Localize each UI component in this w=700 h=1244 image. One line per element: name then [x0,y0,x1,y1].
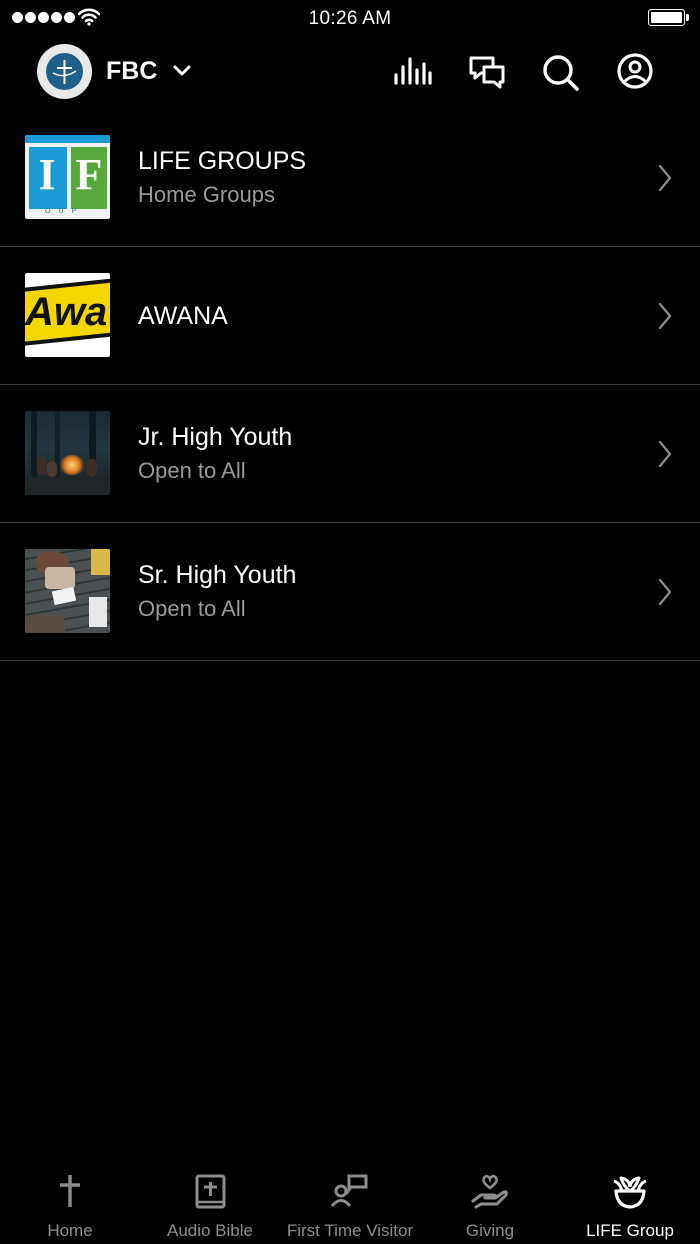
org-logo[interactable] [37,44,92,99]
group-title: Sr. High Youth [138,561,297,589]
group-title: LIFE GROUPS [138,147,307,175]
search-icon[interactable] [541,53,581,93]
status-bar: 10:26 AM [0,0,700,36]
cross-icon [60,1175,80,1207]
list-item-awana[interactable]: Awa AWANA [0,247,700,385]
tab-label: LIFE Group [586,1221,674,1240]
list-item-life-groups[interactable]: I F OUP LIFE GROUPS Home Groups [0,109,700,247]
list-item-jr-high-youth[interactable]: Jr. High Youth Open to All [0,385,700,523]
tab-label: Audio Bible [166,1221,253,1240]
tab-giving[interactable]: Giving [420,1160,560,1244]
tab-first-time-visitor[interactable]: First Time Visitor [280,1160,420,1244]
tab-bar: Home Audio Bible First Time Visitor Givi… [0,1160,700,1244]
jr-high-youth-thumbnail [25,411,110,495]
chevron-right-icon [658,440,672,468]
giving-icon [471,1174,508,1209]
group-title: AWANA [138,302,228,330]
chat-icon[interactable] [467,53,507,93]
group-subtitle: Open to All [138,458,246,483]
list-item-sr-high-youth[interactable]: Sr. High Youth Open to All [0,523,700,661]
awana-thumbnail: Awa [25,273,110,357]
bible-icon [195,1174,226,1209]
chevron-right-icon [658,302,672,330]
tab-label: First Time Visitor [286,1221,414,1240]
chevron-right-icon [658,578,672,606]
tab-label: Giving [465,1221,515,1240]
app-header: FBC [0,40,700,104]
tab-life-group[interactable]: LIFE Group [560,1160,700,1244]
status-time: 10:26 AM [308,8,392,29]
group-subtitle: Home Groups [138,182,275,207]
chevron-right-icon [658,164,672,192]
audio-bars-icon[interactable] [392,53,432,93]
group-subtitle: Open to All [138,596,246,621]
chevron-down-icon[interactable] [172,64,192,78]
org-name[interactable]: FBC [106,57,157,86]
life-groups-thumbnail: I F OUP [25,135,110,219]
groups-list: I F OUP LIFE GROUPS Home Groups Awa AWAN… [0,109,700,661]
plant-icon [613,1176,647,1209]
tab-audio-bible[interactable]: Audio Bible [140,1160,280,1244]
profile-icon[interactable] [615,53,655,93]
tab-label: Home [47,1221,93,1240]
tab-home[interactable]: Home [0,1160,140,1244]
battery-icon [648,9,689,26]
visitor-icon [331,1174,368,1208]
group-title: Jr. High Youth [138,423,293,451]
sr-high-youth-thumbnail [25,549,110,633]
